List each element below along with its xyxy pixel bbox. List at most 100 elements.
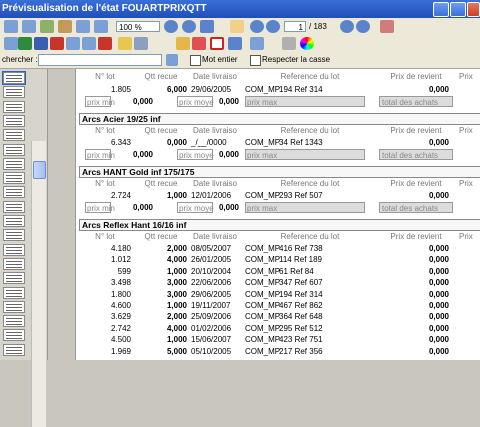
pencil-icon[interactable]	[176, 37, 190, 50]
window-title: Prévisualisation de l'état FOUARTPRIXQTT	[2, 3, 207, 14]
fit-page-icon[interactable]	[94, 20, 108, 33]
rectangle-icon[interactable]	[210, 37, 224, 50]
page-thumbnail[interactable]	[3, 257, 25, 270]
page-thumbnail[interactable]	[3, 215, 25, 227]
title-bar: Prévisualisation de l'état FOUARTPRIXQTT	[0, 0, 480, 18]
save-icon[interactable]	[4, 37, 18, 50]
label-min: prix min	[85, 202, 116, 213]
prev-page-icon[interactable]	[266, 20, 280, 33]
label-max: prix max	[245, 149, 365, 160]
zoom-window-icon[interactable]	[200, 20, 214, 33]
line-icon[interactable]	[192, 37, 206, 50]
highlight-icon[interactable]	[282, 37, 296, 50]
search-label: chercher :	[2, 55, 38, 64]
page-thumbnail[interactable]	[3, 243, 25, 256]
page-thumbnail[interactable]	[3, 343, 25, 356]
column-header-row: N° lot Qtt recue Date livraiso Reference…	[79, 71, 480, 82]
page-thumbnail[interactable]	[3, 172, 25, 185]
column-header-row: N° lot Qtt recue Date livraiso Reference…	[79, 178, 480, 189]
col-ref: Reference du lot	[280, 232, 340, 241]
cell-qtt: 1,000	[166, 301, 187, 310]
cell-qtt: 4,000	[166, 323, 187, 333]
page-thumbnail[interactable]	[3, 129, 25, 142]
cell-prix: 0,000	[428, 323, 449, 333]
excel-icon[interactable]	[18, 37, 32, 50]
email-icon[interactable]	[118, 37, 132, 50]
col-lot: N° lot	[95, 72, 115, 81]
data-row: 2.742 4,000 01/02/2006 COM_MP 295 Ref 512 0,0…	[79, 323, 480, 334]
zoom-out-icon[interactable]	[182, 20, 196, 33]
page-thumbnail[interactable]	[3, 272, 25, 285]
search-input[interactable]	[38, 54, 162, 66]
cell-date: 29/06/2005	[191, 289, 232, 299]
cell-date: 29/06/2005	[191, 85, 232, 94]
pdf-icon[interactable]	[50, 37, 64, 50]
col-date: Date livraiso	[192, 72, 237, 81]
page-thumbnail[interactable]	[3, 86, 25, 99]
xml-icon[interactable]	[82, 37, 96, 50]
page-thumbnail[interactable]	[3, 186, 25, 199]
page-thumbnail[interactable]	[3, 329, 25, 342]
html-icon[interactable]	[66, 37, 80, 50]
last-page-icon[interactable]	[356, 20, 370, 33]
cell-lot: 1.969	[110, 346, 131, 356]
next-page-icon[interactable]	[340, 20, 354, 33]
page-thumbnail[interactable]	[2, 71, 26, 85]
annotation-icon[interactable]	[134, 37, 148, 50]
report-page: N° lot Qtt recue Date livraiso Reference…	[75, 69, 480, 360]
page-setup-icon[interactable]	[22, 20, 36, 33]
close-preview-icon[interactable]	[380, 20, 394, 33]
thumbnail-scrollbar[interactable]	[31, 141, 46, 427]
cell-qtt: 1,000	[166, 266, 187, 276]
hand-icon[interactable]	[230, 20, 244, 33]
data-row: 6.343 0,000 _/__/0000 COM_MP 34 Ref 1343…	[79, 137, 480, 148]
image-icon[interactable]	[250, 37, 264, 50]
find-next-icon[interactable]	[166, 54, 178, 66]
col-lot: N° lot	[95, 232, 115, 241]
cell-ref: 293 Ref 507	[279, 191, 323, 200]
cell-prix: 0,000	[428, 255, 449, 265]
cell-lot: 1.800	[110, 289, 131, 299]
first-page-icon[interactable]	[250, 20, 264, 33]
cell-ref: 467 Ref 862	[279, 301, 323, 310]
pdf-email-icon[interactable]	[98, 37, 112, 50]
word-icon[interactable]	[34, 37, 48, 50]
cell-lot: 3.629	[110, 312, 131, 322]
cell-ref: 423 Ref 751	[279, 335, 323, 345]
cell-qtt: 3,000	[166, 278, 187, 288]
copy-icon[interactable]	[58, 20, 72, 33]
section-header: Arcs HANT Gold inf 175/175	[79, 166, 480, 178]
maximize-button[interactable]	[450, 2, 466, 17]
cell-ref-type: COM_MP	[245, 244, 281, 253]
color-icon[interactable]	[300, 37, 314, 50]
page-thumbnail[interactable]	[3, 286, 25, 299]
match-case-checkbox[interactable]	[250, 55, 261, 66]
cell-ref: 347 Ref 607	[279, 278, 323, 288]
zoom-in-icon[interactable]	[164, 20, 178, 33]
close-button[interactable]	[467, 2, 480, 17]
page-number-input[interactable]: 1	[284, 21, 306, 32]
page-thumbnail[interactable]	[3, 315, 25, 328]
label-total: total des achats	[379, 96, 453, 107]
cell-prix: 0,000	[428, 346, 449, 356]
whole-word-checkbox[interactable]	[190, 55, 201, 66]
scrollbar-thumb[interactable]	[33, 161, 46, 179]
label-max: prix max	[245, 96, 365, 107]
cell-qtt: 4,000	[166, 255, 187, 265]
page-thumbnail[interactable]	[3, 300, 25, 313]
page-thumbnail[interactable]	[3, 114, 25, 127]
print-icon[interactable]	[4, 20, 18, 33]
export-icon[interactable]	[40, 20, 54, 33]
text-icon[interactable]	[228, 37, 242, 50]
cell-ref-type: COM_MP	[245, 266, 281, 276]
page-thumbnail[interactable]	[3, 200, 25, 213]
page-thumbnail[interactable]	[3, 143, 25, 156]
zoom-select[interactable]: 100 %	[116, 21, 160, 32]
page-thumbnail[interactable]	[3, 157, 25, 170]
minimize-button[interactable]	[433, 2, 449, 17]
page-thumbnail[interactable]	[3, 229, 25, 242]
page-thumbnail[interactable]	[3, 100, 25, 113]
value-min: 0,000	[132, 97, 153, 106]
fit-width-icon[interactable]	[76, 20, 90, 33]
col-prix: Prix de revient	[390, 179, 442, 188]
